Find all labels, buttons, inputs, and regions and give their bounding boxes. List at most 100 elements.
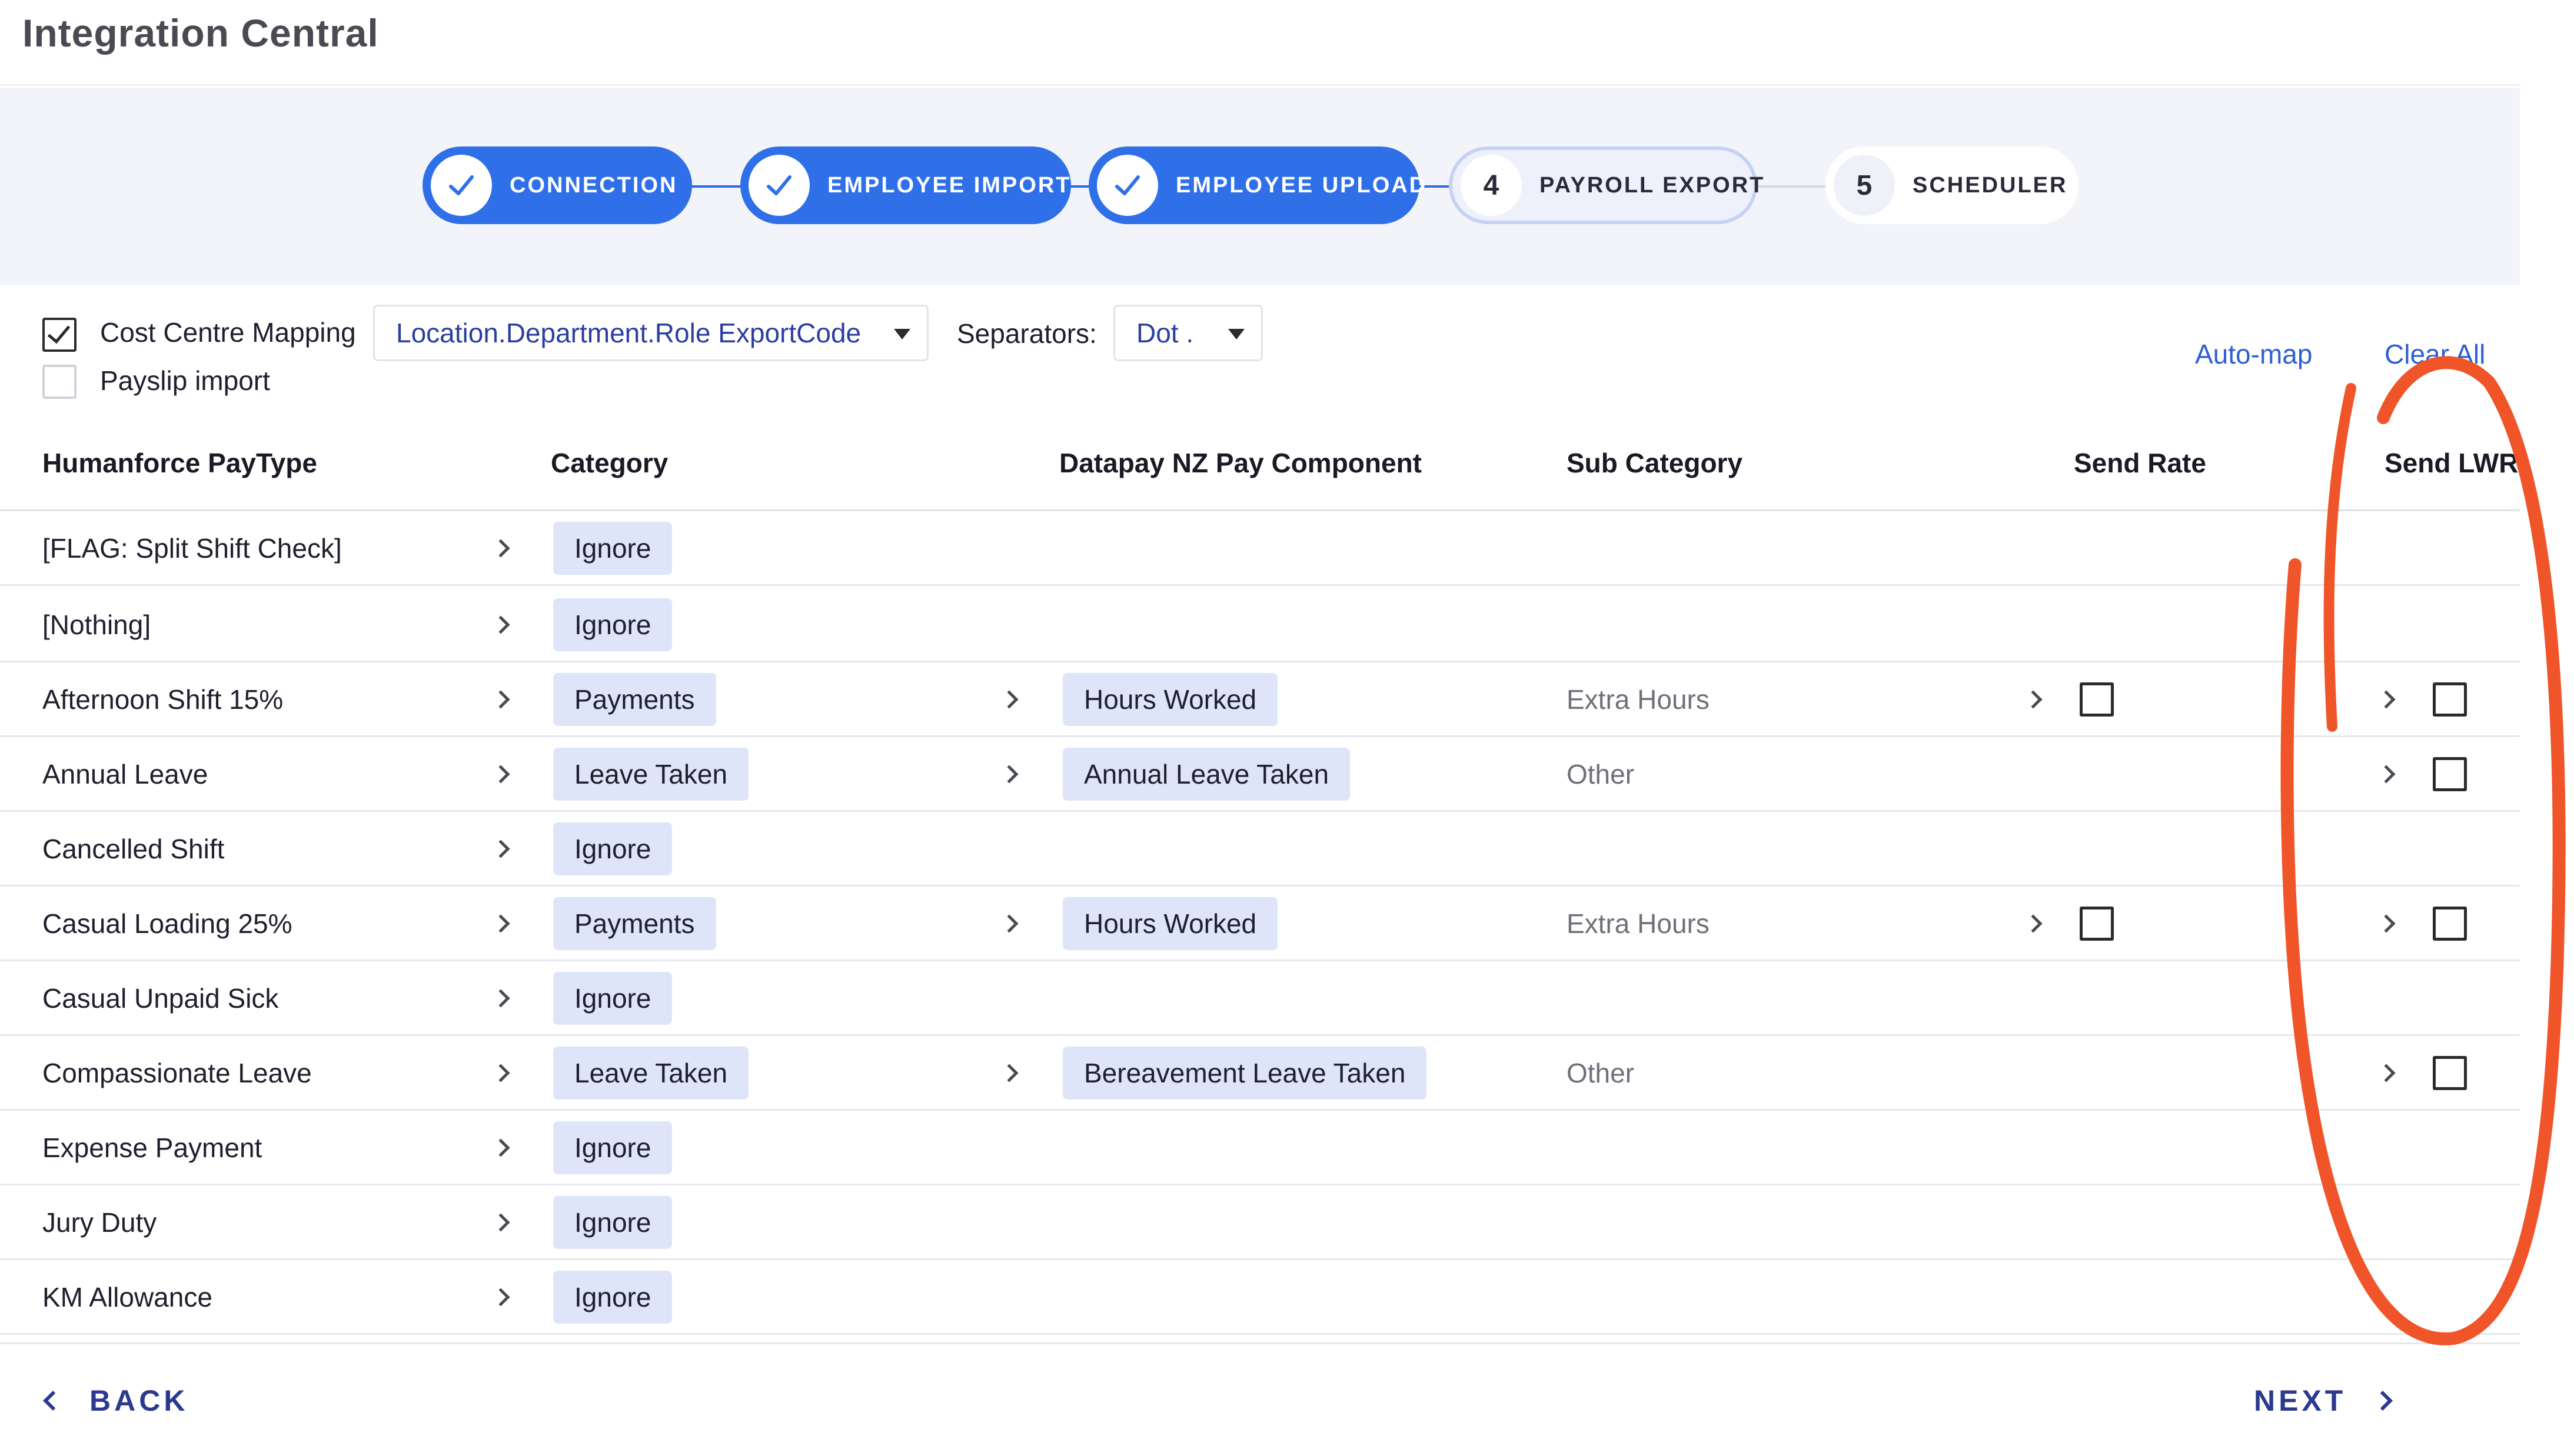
check-icon [431,155,492,216]
category-chip[interactable]: Ignore [553,1196,673,1249]
back-button[interactable]: BACK [43,1384,189,1418]
caret-down-icon [1228,329,1245,339]
step-employee-upload[interactable]: EMPLOYEE UPLOAD [1089,146,1425,224]
chevron-right-icon[interactable] [491,1064,510,1082]
chevron-right-icon[interactable] [491,690,510,709]
next-button[interactable]: NEXT [2254,1384,2393,1418]
chevron-right-icon[interactable] [491,914,510,933]
chevron-right-icon[interactable] [2377,690,2396,709]
subcategory-value: Other [1567,1058,1635,1088]
table-row: Afternoon Shift 15% Payments Hours Worke… [0,662,2520,737]
chevron-right-icon[interactable] [491,1138,510,1157]
step-number: 4 [1461,155,1522,216]
step-label: EMPLOYEE IMPORT [827,172,1072,198]
chevron-right-icon[interactable] [2377,1064,2396,1082]
paytype-name: [Nothing] [42,609,151,640]
chevron-right-icon[interactable] [1000,914,1019,933]
component-chip[interactable]: Hours Worked [1063,897,1278,950]
send-rate-checkbox[interactable] [2080,907,2114,941]
footer-divider [0,1342,2520,1344]
category-chip[interactable]: Ignore [553,1271,673,1324]
category-chip[interactable]: Payments [553,673,716,726]
cost-centre-mapping-label: Cost Centre Mapping [100,317,356,348]
category-chip[interactable]: Ignore [553,598,673,651]
chevron-right-icon[interactable] [491,839,510,858]
paytype-name: [FLAG: Split Shift Check] [42,533,342,564]
table-row: Compassionate Leave Leave Taken Bereavem… [0,1036,2520,1111]
paytype-name: Annual Leave [42,759,208,789]
step-connection[interactable]: CONNECTION [423,146,692,224]
table-row: [FLAG: Split Shift Check] Ignore [0,511,2520,586]
chevron-right-icon[interactable] [1000,690,1019,709]
step-scheduler[interactable]: 5 SCHEDULER [1825,146,2079,224]
chevron-right-icon[interactable] [491,539,510,558]
separators-label: Separators: [957,318,1097,349]
chevron-right-icon[interactable] [2377,914,2396,933]
title-bar: Integration Central [0,0,2520,86]
chevron-right-icon[interactable] [491,765,510,784]
category-chip[interactable]: Leave Taken [553,748,749,801]
component-chip[interactable]: Hours Worked [1063,673,1278,726]
cost-centre-format-select[interactable]: Location.Department.Role ExportCode [373,305,929,361]
caret-down-icon [894,329,910,339]
category-chip[interactable]: Ignore [553,822,673,875]
table-row: Annual Leave Leave Taken Annual Leave Ta… [0,737,2520,812]
paytype-name: Expense Payment [42,1132,262,1163]
paytype-name: Casual Loading 25% [42,908,292,939]
category-chip[interactable]: Leave Taken [553,1047,749,1100]
table-row: Cancelled Shift Ignore [0,812,2520,887]
chevron-left-icon [43,1391,63,1411]
send-lwr-checkbox[interactable] [2433,907,2467,941]
paytype-name: KM Allowance [42,1282,212,1312]
chevron-right-icon[interactable] [2024,914,2043,933]
header-component: Datapay NZ Pay Component [1059,448,1422,478]
category-chip[interactable]: Ignore [553,522,673,575]
step-label: EMPLOYEE UPLOAD [1176,172,1428,198]
chevron-right-icon[interactable] [1000,1064,1019,1082]
send-lwr-checkbox[interactable] [2433,1056,2467,1090]
table-row: [Nothing] Ignore [0,588,2520,662]
header-send-rate: Send Rate [2074,448,2206,478]
paytype-name: Jury Duty [42,1207,157,1238]
chevron-right-icon[interactable] [491,615,510,634]
chevron-right-icon[interactable] [2024,690,2043,709]
paytype-name: Casual Unpaid Sick [42,983,279,1014]
step-label: CONNECTION [510,172,678,198]
header-paytype: Humanforce PayType [42,448,317,478]
category-chip[interactable]: Ignore [553,972,673,1025]
category-chip[interactable]: Payments [553,897,716,950]
send-lwr-checkbox[interactable] [2433,682,2467,717]
step-label: PAYROLL EXPORT [1539,172,1765,198]
select-value: Dot . [1136,318,1194,348]
send-rate-checkbox[interactable] [2080,682,2114,717]
checkmark-icon [47,319,71,344]
subcategory-value: Other [1567,759,1635,789]
table-row: Expense Payment Ignore [0,1111,2520,1185]
step-connector [689,185,741,188]
auto-map-button[interactable]: Auto-map [2195,338,2312,370]
separators-select[interactable]: Dot . [1113,305,1263,361]
chevron-right-icon [2373,1391,2393,1411]
table-row: Casual Unpaid Sick Ignore [0,961,2520,1036]
table-row: Casual Loading 25% Payments Hours Worked… [0,887,2520,961]
header-subcategory: Sub Category [1567,448,1743,478]
chevron-right-icon[interactable] [2377,765,2396,784]
chevron-right-icon[interactable] [491,1213,510,1232]
clear-all-button[interactable]: Clear All [2385,338,2485,370]
component-chip[interactable]: Annual Leave Taken [1063,748,1351,801]
chevron-right-icon[interactable] [491,1288,510,1307]
back-label: BACK [89,1384,189,1417]
table-row: Jury Duty Ignore [0,1185,2520,1260]
step-employee-import[interactable]: EMPLOYEE IMPORT [740,146,1071,224]
send-lwr-checkbox[interactable] [2433,757,2467,791]
payslip-import-checkbox[interactable] [42,365,77,399]
cost-centre-mapping-checkbox[interactable] [42,318,77,352]
category-chip[interactable]: Ignore [553,1121,673,1174]
subcategory-value: Extra Hours [1567,908,1710,939]
step-payroll-export[interactable]: 4 PAYROLL EXPORT [1449,146,1763,224]
component-chip[interactable]: Bereavement Leave Taken [1063,1047,1427,1100]
paytype-name: Afternoon Shift 15% [42,684,284,715]
subcategory-value: Extra Hours [1567,684,1710,715]
chevron-right-icon[interactable] [1000,765,1019,784]
chevron-right-icon[interactable] [491,989,510,1008]
